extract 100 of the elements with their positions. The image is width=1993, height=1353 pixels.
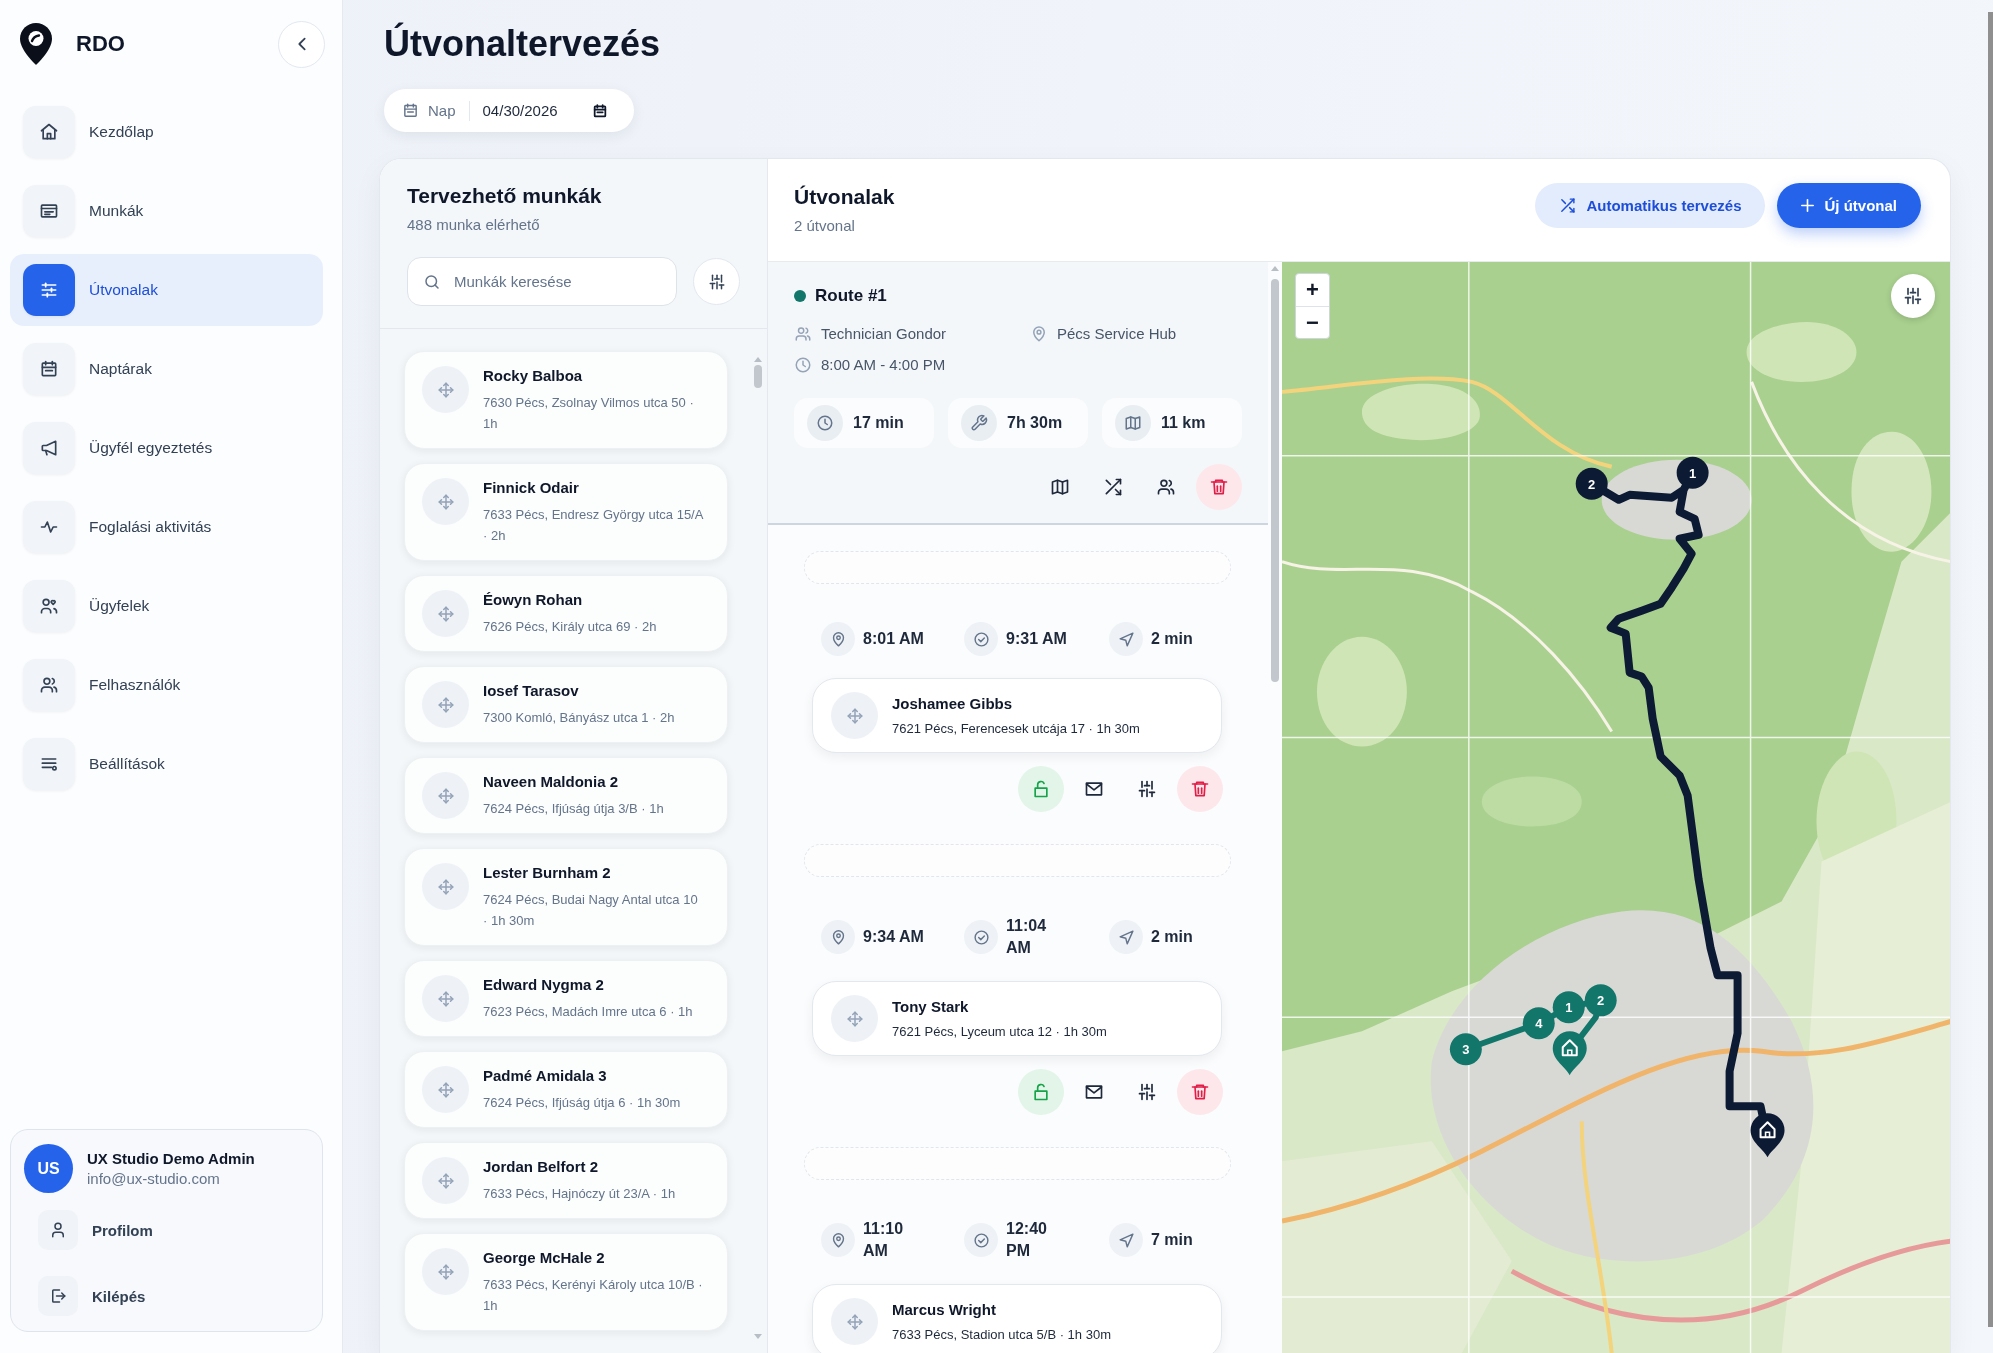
megaphone-icon (23, 422, 75, 474)
move-icon[interactable] (422, 590, 469, 637)
search-field[interactable]: Munkák keresése (407, 257, 677, 306)
unlock-icon (1031, 779, 1051, 799)
period-select[interactable]: Nap (428, 102, 456, 119)
calendar-icon (23, 343, 75, 395)
map-marker[interactable]: 2 (1584, 984, 1617, 1017)
job-card[interactable]: Tony Stark 7621 Pécs, Lyceum utca 12 · 1h 30m (812, 981, 1222, 1056)
auto-plan-button[interactable]: Automatikus tervezés (1535, 182, 1766, 228)
job-name: Padmé Amidala 3 (483, 1066, 607, 1086)
pin-icon (1030, 325, 1048, 343)
calendar-icon[interactable] (591, 102, 608, 119)
pin-icon (821, 1223, 855, 1257)
job-card[interactable]: Rocky Balboa 7630 Pécs, Zsolnay Vilmos utca 50 · 1h (404, 351, 728, 449)
job-card[interactable]: Edward Nygma 2 7623 Pécs, Madách Imre utca 6 · 1h (404, 960, 728, 1037)
zoom-in-button[interactable]: + (1296, 274, 1329, 306)
users-icon (794, 325, 812, 343)
job-name: Éowyn Rohan (483, 590, 583, 610)
user-name: UX Studio Demo Admin (87, 1150, 255, 1167)
job-details: 7624 Pécs, Ifjúság útja 6 · 1h 30m (483, 1094, 681, 1112)
clock-icon (807, 405, 843, 441)
users-icon (1156, 477, 1176, 497)
map[interactable]: 1 2 1 2 3 4 + − (1282, 262, 1950, 1353)
move-icon[interactable] (831, 692, 878, 739)
nav-item[interactable]: Munkák (10, 175, 323, 247)
nav-item[interactable]: Beállítások (10, 728, 323, 800)
move-icon[interactable] (422, 681, 469, 728)
check-circle-icon (964, 920, 998, 954)
map-marker[interactable]: 1 (1552, 991, 1585, 1024)
scrollbar-thumb[interactable] (753, 365, 762, 388)
delete-route-button[interactable] (1196, 464, 1242, 510)
map-marker[interactable]: 2 (1575, 467, 1608, 500)
move-icon[interactable] (422, 975, 469, 1022)
scroll-up-arrow-icon[interactable] (1271, 266, 1279, 271)
scroll-up-arrow-icon[interactable] (753, 357, 762, 362)
lock-toggle-button[interactable] (1018, 1069, 1064, 1115)
travel-time: 2 min (1151, 629, 1193, 649)
job-card[interactable]: Finnick Odair 7633 Pécs, Endresz György utca 15/A · 2h (404, 463, 728, 561)
map-icon (1115, 405, 1151, 441)
move-icon[interactable] (422, 1157, 469, 1204)
scroll-down-arrow-icon[interactable] (753, 1334, 762, 1339)
nav-item[interactable]: Naptárak (10, 333, 323, 405)
mail-icon (1084, 779, 1104, 799)
trash-icon (1190, 779, 1210, 799)
zoom-out-button[interactable]: − (1296, 306, 1329, 338)
stat-value: 7h 30m (1007, 414, 1063, 432)
calendar-icon (402, 102, 419, 119)
sliders-icon (1137, 779, 1157, 799)
move-icon[interactable] (422, 863, 469, 910)
job-card[interactable]: Iosef Tarasov 7300 Komló, Bányász utca 1 · 2h (404, 666, 728, 743)
move-icon[interactable] (422, 366, 469, 413)
user-menu-item[interactable]: Kilépés (24, 1273, 308, 1319)
page-title: Útvonaltervezés (384, 22, 661, 65)
move-icon[interactable] (831, 1298, 878, 1345)
job-name: Iosef Tarasov (483, 681, 579, 701)
job-card[interactable]: Éowyn Rohan 7626 Pécs, Király utca 69 · 2h (404, 575, 728, 652)
job-card[interactable]: Naveen Maldonia 2 7624 Pécs, Ifjúság útja 3/B · 1h (404, 757, 728, 834)
user-menu-item[interactable]: Profilom (24, 1207, 308, 1253)
nav-item[interactable]: Útvonalak (10, 254, 323, 326)
move-icon[interactable] (831, 995, 878, 1042)
scrollbar-thumb[interactable] (1988, 12, 1993, 1327)
job-details: 7624 Pécs, Budai Nagy Antal utca 10 · 1h 30m (483, 891, 699, 930)
remove-stop-button[interactable] (1177, 766, 1223, 812)
job-details: 7626 Pécs, Király utca 69 · 2h (483, 618, 657, 636)
scrollbar-thumb[interactable] (1271, 279, 1279, 682)
technician-name: Technician Gondor (821, 324, 947, 344)
collapse-sidebar-button[interactable] (278, 20, 325, 68)
home-icon (23, 106, 75, 158)
job-details: 7630 Pécs, Zsolnay Vilmos utca 50 · 1h (483, 394, 695, 433)
map-marker[interactable]: 4 (1522, 1007, 1555, 1040)
job-details: 7633 Pécs, Kerényi Károly utca 10/B · 1h (483, 1276, 703, 1315)
check-circle-icon (964, 622, 998, 656)
map-marker[interactable]: 3 (1449, 1033, 1482, 1066)
job-card[interactable]: Jordan Belfort 2 7633 Pécs, Hajnóczy út 23/A · 1h (404, 1142, 728, 1219)
job-card[interactable]: Joshamee Gibbs 7621 Pécs, Ferencesek utcája 17 · 1h 30m (812, 678, 1222, 753)
move-icon[interactable] (422, 1066, 469, 1113)
nav-item[interactable]: Ügyfelek (10, 570, 323, 642)
nav-item[interactable]: Ügyfél egyeztetés (10, 412, 323, 484)
panel-title: Útvonalak (794, 184, 895, 210)
move-icon[interactable] (422, 772, 469, 819)
job-card[interactable]: Padmé Amidala 3 7624 Pécs, Ifjúság útja 6 · 1h 30m (404, 1051, 728, 1128)
nav-item[interactable]: Felhasználók (10, 649, 323, 721)
nav-item[interactable]: Foglalási aktivitás (10, 491, 323, 563)
job-name: Edward Nygma 2 (483, 975, 604, 995)
date-input[interactable]: 04/30/2026 (482, 102, 608, 119)
nav-item[interactable]: Kezdőlap (10, 96, 323, 168)
job-card[interactable]: George McHale 2 7633 Pécs, Kerényi Károly utca 10/B · 1h (404, 1233, 728, 1331)
lock-toggle-button[interactable] (1018, 766, 1064, 812)
users-icon (23, 659, 75, 711)
remove-stop-button[interactable] (1177, 1069, 1223, 1115)
clock-icon (794, 356, 812, 374)
end-time: 11:04 AM (1006, 916, 1048, 958)
new-route-button[interactable]: Új útvonal (1777, 182, 1921, 228)
home-pin-icon[interactable] (1750, 1113, 1785, 1158)
map-marker[interactable]: 1 (1676, 456, 1709, 489)
move-icon[interactable] (422, 1248, 469, 1295)
filter-button[interactable] (693, 258, 740, 305)
move-icon[interactable] (422, 478, 469, 525)
job-card[interactable]: Lester Burnham 2 7624 Pécs, Budai Nagy Antal utca 10 · 1h 30m (404, 848, 728, 946)
job-card[interactable]: Marcus Wright 7633 Pécs, Stadion utca 5/B · 1h 30m (812, 1284, 1222, 1353)
